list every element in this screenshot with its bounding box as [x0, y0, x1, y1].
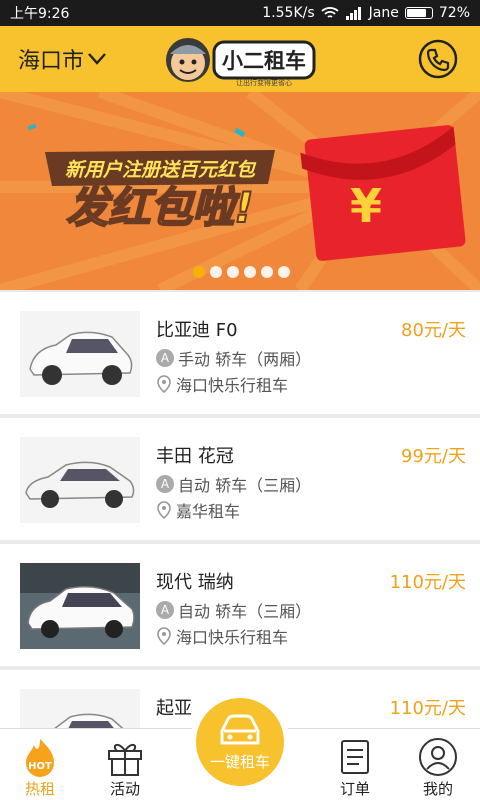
car-price: 80元/天 [401, 320, 466, 341]
location-pin-icon [157, 375, 171, 393]
status-bar: 上午9:26 1.55K/s Jane 72% [0, 0, 480, 26]
network-speed: 1.55K/s [262, 5, 315, 21]
car-name: 现代 瑞纳 [156, 572, 234, 593]
flame-hot-icon: HOT [26, 739, 54, 777]
quick-rent-button[interactable]: 一键租车 [190, 692, 290, 792]
car-spec-text: 自动 轿车（三厢） [178, 602, 312, 621]
carousel-dot[interactable] [278, 266, 290, 278]
car-name: 比亚迪 F0 [156, 320, 238, 341]
app-header: 海口市 小二租车 让出行变得更省心 [0, 26, 480, 92]
banner-art: 新用户注册送百元红包 发红包啦! ¥ [0, 92, 480, 290]
car-spec-text: 手动 轿车（两厢） [178, 350, 312, 369]
car-name: 起亚 [156, 698, 192, 719]
user-icon [419, 738, 457, 776]
car-photo [20, 311, 140, 397]
location-pin-icon [157, 501, 171, 519]
promo-banner[interactable]: 新用户注册送百元红包 发红包啦! ¥ [0, 92, 480, 290]
transmission-icon: A [156, 475, 174, 493]
car-card[interactable]: 现代 瑞纳 110元/天 A 自动 轿车（三厢） 海口快乐行租车 [0, 544, 480, 666]
car-spec: A 自动 轿车（三厢） [156, 472, 311, 496]
car-card[interactable]: 比亚迪 F0 80元/天 A 手动 轿车（两厢） 海口快乐行租车 [0, 292, 480, 414]
car-store: 海口快乐行租车 [156, 372, 288, 396]
car-photo [20, 563, 140, 649]
car-photo [20, 437, 140, 523]
gift-icon [108, 744, 142, 776]
tab-label: 订单 [339, 780, 370, 798]
battery-percent: 72% [438, 5, 470, 21]
tab-hot-rent[interactable]: HOT 热租 [0, 729, 80, 800]
signal-icon [345, 7, 361, 20]
app-logo: 小二租车 让出行变得更省心 [166, 38, 316, 87]
carousel-dots [193, 266, 290, 278]
car-spec: A 手动 轿车（两厢） [156, 346, 311, 370]
carousel-dot[interactable] [210, 266, 222, 278]
carousel-dot[interactable] [244, 266, 256, 278]
carrier-name: Jane [368, 5, 399, 21]
tab-orders[interactable]: 订单 [315, 729, 395, 800]
car-store-text: 嘉华租车 [176, 502, 241, 521]
car-price: 110元/天 [389, 698, 466, 719]
tab-profile[interactable]: 我的 [398, 729, 478, 800]
banner-big-text: 发红包啦! [66, 183, 253, 232]
phone-icon[interactable] [418, 39, 458, 79]
car-store: 海口快乐行租车 [156, 624, 288, 648]
order-list-icon [341, 740, 369, 774]
car-store-text: 海口快乐行租车 [176, 376, 289, 395]
logo-text: 小二租车 [222, 49, 306, 73]
carousel-dot[interactable] [193, 266, 205, 278]
logo-tagline: 让出行变得更省心 [236, 78, 292, 87]
city-selector[interactable]: 海口市 [18, 43, 106, 75]
hot-badge: HOT [28, 761, 52, 772]
car-price: 110元/天 [389, 572, 466, 593]
status-time: 上午9:26 [10, 6, 70, 22]
car-spec-text: 自动 轿车（三厢） [178, 476, 312, 495]
wifi-icon [321, 7, 339, 18]
tab-label: 热租 [24, 780, 55, 798]
tab-label: 活动 [109, 780, 140, 798]
car-card[interactable]: 丰田 花冠 99元/天 A 自动 轿车（三厢） 嘉华租车 [0, 418, 480, 540]
transmission-icon: A [156, 349, 174, 367]
transmission-icon: A [156, 601, 174, 619]
car-name: 丰田 花冠 [156, 446, 234, 467]
battery-icon [404, 7, 433, 19]
carousel-dot[interactable] [227, 266, 239, 278]
car-spec: A 自动 轿车（三厢） [156, 598, 311, 622]
quick-rent-label: 一键租车 [209, 752, 270, 771]
banner-headline: 新用户注册送百元红包 [65, 159, 257, 181]
tab-label: 我的 [422, 780, 453, 798]
car-icon [220, 714, 260, 744]
chevron-down-icon [88, 53, 106, 65]
city-label: 海口市 [18, 49, 85, 74]
car-price: 99元/天 [401, 446, 466, 467]
car-store: 嘉华租车 [156, 498, 240, 522]
car-store-text: 海口快乐行租车 [176, 628, 289, 647]
carousel-dot[interactable] [261, 266, 273, 278]
yuan-icon: ¥ [350, 179, 382, 233]
location-pin-icon [157, 627, 171, 645]
tab-activity[interactable]: 活动 [85, 729, 165, 800]
